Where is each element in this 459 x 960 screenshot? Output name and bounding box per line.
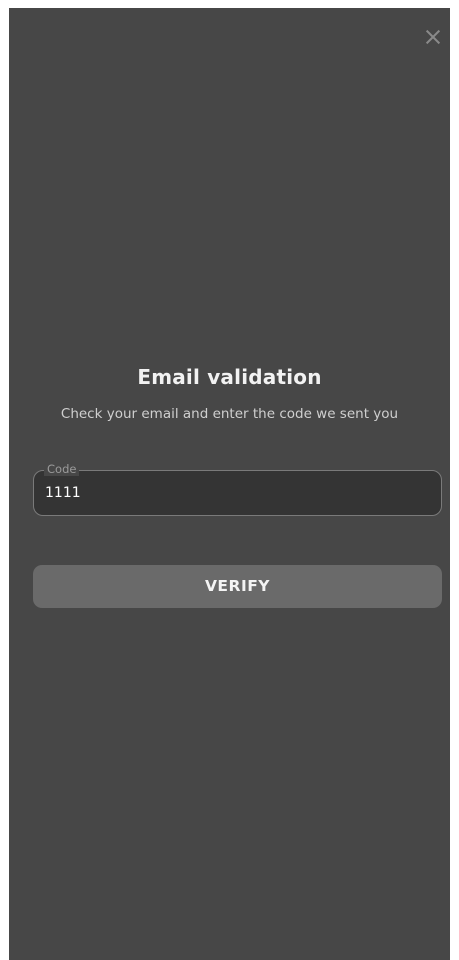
code-field[interactable]: Code [33, 462, 442, 516]
code-input[interactable] [45, 483, 425, 503]
page-title: Email validation [137, 365, 322, 389]
verify-button[interactable]: VERIFY [33, 565, 442, 608]
email-validation-screen: Email validation Check your email and en… [9, 8, 450, 960]
close-icon[interactable] [424, 28, 442, 46]
page-subtitle: Check your email and enter the code we s… [60, 406, 399, 422]
code-field-label: Code [44, 462, 80, 476]
